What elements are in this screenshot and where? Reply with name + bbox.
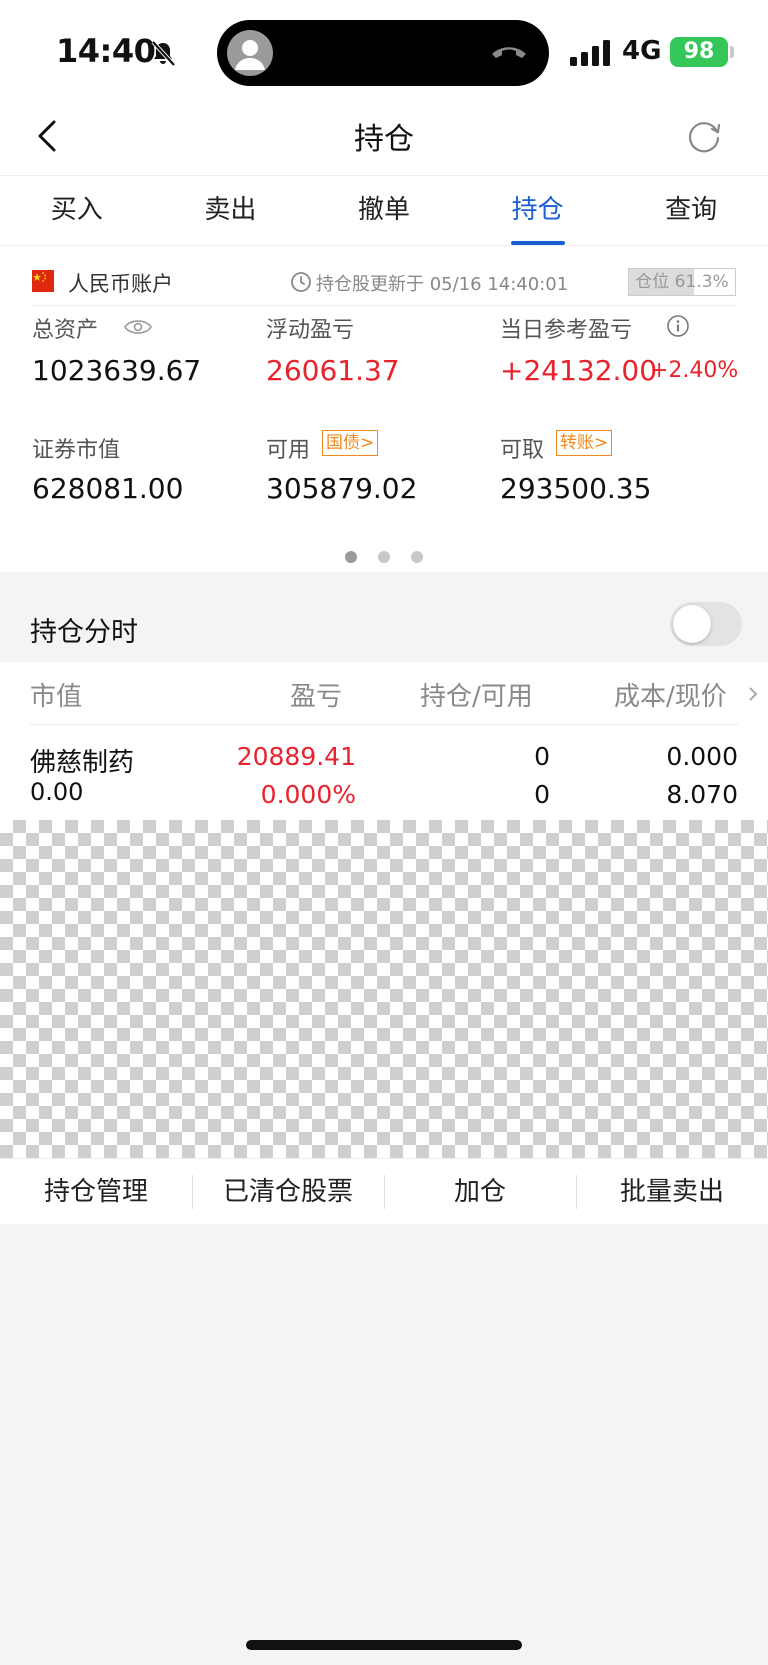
update-timestamp: 持仓股更新于 05/16 14:40:01 — [316, 274, 569, 295]
page-dot[interactable] — [378, 551, 390, 563]
holdings-screen: 14:40 4G 98 持仓 买入 卖出 撤单 持仓 查询 人民币账户 持仓股更… — [0, 0, 768, 1665]
daily-pl-value: +24132.00 — [500, 354, 658, 387]
battery-tip — [730, 46, 734, 58]
account-header: 人民币账户 持仓股更新于 05/16 14:40:01 仓位 61.3% — [32, 260, 736, 306]
intraday-toggle[interactable] — [670, 602, 742, 646]
page-dot[interactable] — [411, 551, 424, 563]
manage-holdings-button[interactable]: 持仓管理 — [0, 1159, 192, 1224]
china-flag-icon — [32, 270, 54, 292]
phone-hangup-icon — [492, 47, 526, 58]
stock-available: 0 — [534, 780, 550, 809]
column-header-profit[interactable]: 盈亏 — [290, 676, 342, 713]
tab-holdings[interactable]: 持仓 — [461, 176, 615, 245]
daily-pl-change: +2.40% — [650, 358, 739, 383]
toggle-knob — [673, 605, 711, 643]
page-title: 持仓 — [354, 122, 414, 157]
floating-pl-value: 26061.37 — [266, 354, 400, 387]
available-label: 可用 — [266, 438, 311, 463]
network-type: 4G — [622, 36, 662, 66]
chevron-right-icon — [749, 687, 758, 701]
withdrawable-label: 可取 — [500, 438, 545, 463]
info-icon[interactable] — [666, 314, 690, 338]
stock-profit: 20889.41 — [236, 742, 356, 771]
daily-pl-label: 当日参考盈亏 — [500, 318, 633, 343]
batch-sell-button[interactable]: 批量卖出 — [576, 1159, 768, 1224]
position-ratio-badge: 仓位 61.3% — [628, 268, 736, 296]
floating-pl-label: 浮动盈亏 — [266, 318, 355, 343]
tab-cancel-order[interactable]: 撤单 — [307, 176, 461, 245]
securities-value-label: 证券市值 — [32, 438, 121, 463]
bell-muted-icon — [151, 40, 176, 67]
stock-name: 佛慈制药 — [30, 748, 135, 778]
stock-profit-pct: 0.000% — [260, 780, 356, 809]
redacted-area — [0, 820, 768, 1160]
nav-bar: 持仓 — [0, 96, 768, 176]
trade-tabs: 买入 卖出 撤单 持仓 查询 — [0, 176, 768, 246]
add-position-button[interactable]: 加仓 — [384, 1159, 576, 1224]
account-summary: 人民币账户 持仓股更新于 05/16 14:40:01 仓位 61.3% 总资产… — [0, 246, 768, 572]
stock-market-value: 0.00 — [30, 778, 84, 806]
intraday-holdings-title: 持仓分时 — [30, 617, 138, 648]
battery-indicator: 98 — [670, 37, 728, 67]
available-value: 305879.02 — [266, 472, 418, 505]
stock-cost: 0.000 — [666, 742, 738, 771]
total-assets-label: 总资产 — [32, 318, 99, 343]
tab-buy[interactable]: 买入 — [0, 176, 154, 245]
eye-icon[interactable] — [124, 318, 152, 336]
divider — [30, 724, 738, 725]
column-header-market-value[interactable]: 市值 — [30, 676, 82, 713]
stock-holding: 0 — [534, 742, 550, 771]
refresh-icon[interactable] — [684, 116, 724, 156]
holdings-section-header: 持仓分时 — [0, 590, 768, 670]
tab-query[interactable]: 查询 — [614, 176, 768, 245]
securities-value: 628081.00 — [32, 472, 184, 505]
caller-avatar-icon — [227, 30, 273, 76]
dynamic-island — [217, 20, 549, 86]
total-assets-value: 1023639.67 — [32, 354, 202, 387]
withdrawable-value: 293500.35 — [500, 472, 652, 505]
column-header-cost-price[interactable]: 成本/现价 — [614, 676, 727, 713]
column-header-holding-available[interactable]: 持仓/可用 — [420, 676, 533, 713]
stock-price: 8.070 — [666, 780, 738, 809]
account-name[interactable]: 人民币账户 — [68, 268, 173, 298]
cellular-signal-icon — [570, 40, 610, 66]
clock-icon — [291, 272, 311, 292]
status-bar: 14:40 4G 98 — [0, 0, 768, 96]
home-indicator[interactable] — [246, 1640, 522, 1650]
cleared-stocks-button[interactable]: 已清仓股票 — [192, 1159, 384, 1224]
page-indicator — [0, 548, 768, 567]
transfer-button[interactable]: 转账> — [556, 430, 613, 456]
treasury-bond-button[interactable]: 国债> — [322, 430, 379, 456]
status-time: 14:40 — [56, 32, 156, 70]
tab-sell[interactable]: 卖出 — [154, 176, 308, 245]
holdings-action-bar: 持仓管理 已清仓股票 加仓 批量卖出 — [0, 1158, 768, 1224]
page-dot[interactable] — [344, 551, 357, 563]
